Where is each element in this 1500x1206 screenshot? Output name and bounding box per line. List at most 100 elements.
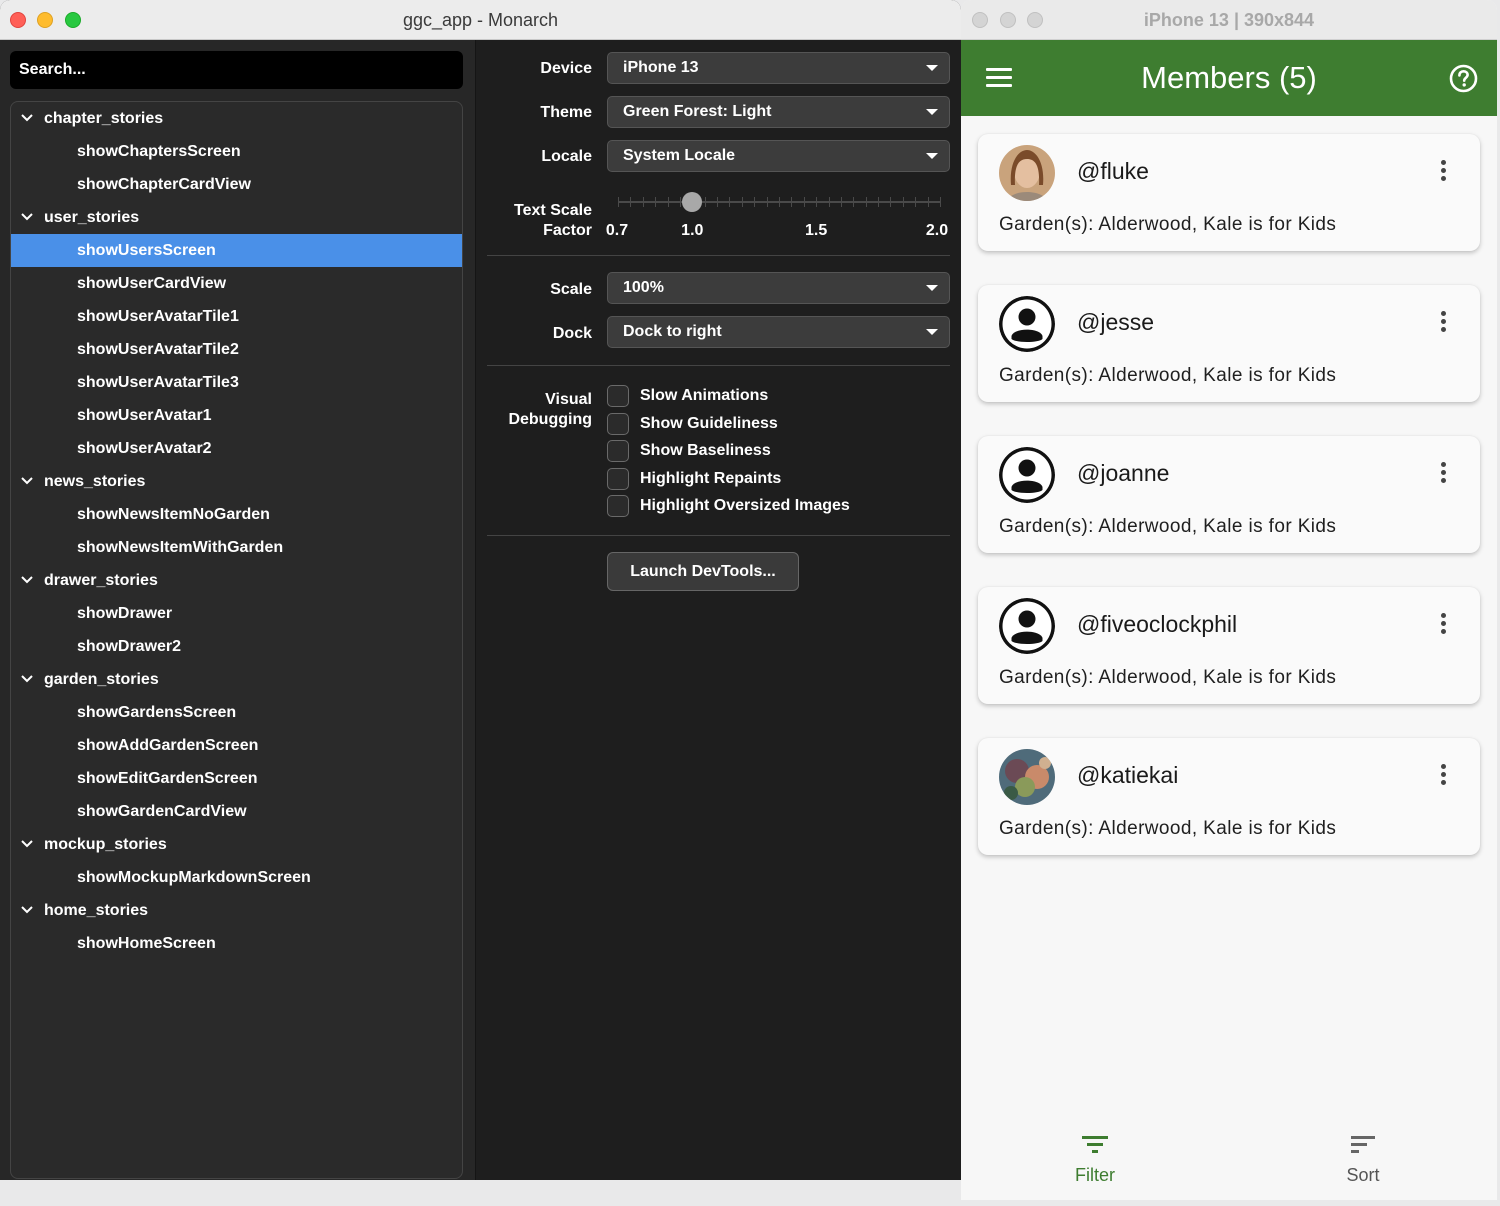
checkbox-label: Highlight Repaints [640,469,782,487]
dock-label: Dock [552,325,592,342]
bottom-nav: Filter Sort [961,1120,1497,1200]
checkbox-label: Highlight Oversized Images [640,497,850,514]
tree-group-garden-stories[interactable]: garden_stories [11,663,462,696]
member-card[interactable]: @joanne Garden(s): Alderwood, Kale is for… [978,436,1480,553]
tree-item-showUserCardView[interactable]: showUserCardView [11,267,462,300]
slider-tick [865,197,867,207]
slider-tick [729,197,731,207]
member-gardens: Garden(s): Alderwood, Kale is for Kids [999,365,1337,386]
chevron-down-icon [926,285,938,291]
tree-group-news-stories[interactable]: news_stories [11,465,462,498]
tree-item-showGardenCardView[interactable]: showGardenCardView [11,795,462,828]
text-scale-slider-thumb[interactable] [682,192,703,212]
app-bar: Members (5) [961,40,1497,116]
launch-devtools-button[interactable]: Launch DevTools... [607,552,799,591]
page-title: Members (5) [1141,60,1317,95]
tree-group-user-stories[interactable]: user_stories [11,201,462,234]
slider-tick [630,197,632,207]
tree-item-showUserAvatar1[interactable]: showUserAvatar1 [11,399,462,432]
tree-item-showNewsItemWithGarden[interactable]: showNewsItemWithGarden [11,531,462,564]
locale-dropdown[interactable]: System Locale [607,140,950,172]
tree-item-showHomeScreen[interactable]: showHomeScreen [11,927,462,960]
checkbox[interactable] [607,385,629,407]
nav-sort-label: Sort [1346,1165,1380,1185]
monarch-titlebar: ggc_app - Monarch [0,0,961,40]
slider-tick [816,197,818,207]
tree-item-showUserAvatarTile1[interactable]: showUserAvatarTile1 [11,300,462,333]
theme-label: Theme [540,104,592,121]
chevron-down-icon [21,201,35,234]
avatar [999,749,1055,805]
tree-group-label: drawer_stories [44,572,158,589]
checkbox[interactable] [607,495,629,517]
chevron-down-icon [926,109,938,115]
chevron-down-icon [21,894,35,927]
member-handle: @jesse [1077,309,1155,335]
more-vert-icon[interactable] [1441,613,1447,635]
nav-sort[interactable]: Sort [1323,1134,1403,1186]
checkbox-label: Show Guideliness [640,414,778,432]
more-vert-icon[interactable] [1441,160,1447,182]
chevron-down-icon [926,65,938,71]
more-vert-icon[interactable] [1441,462,1447,484]
tree-item-showGardensScreen[interactable]: showGardensScreen [11,696,462,729]
member-card[interactable]: @jesse Garden(s): Alderwood, Kale is for … [978,285,1480,402]
member-card[interactable]: @fiveoclockphil Garden(s): Alderwood, Kal… [978,587,1480,704]
scale-dropdown[interactable]: 100% [607,272,950,304]
tree-group-mockup-stories[interactable]: mockup_stories [11,828,462,861]
tree-item-showEditGardenScreen[interactable]: showEditGardenScreen [11,762,462,795]
member-gardens: Garden(s): Alderwood, Kale is for Kids [999,818,1337,839]
locale-label: Locale [541,148,592,165]
tree-group-chapter-stories[interactable]: chapter_stories [11,102,462,135]
member-gardens: Garden(s): Alderwood, Kale is for Kids [999,667,1337,688]
theme-dropdown[interactable]: Green Forest: Light [607,96,950,128]
slider-tick [779,197,780,207]
checkbox[interactable] [607,440,629,462]
tree-item-showAddGardenScreen[interactable]: showAddGardenScreen [11,729,462,762]
tree-item-showUserAvatarTile2[interactable]: showUserAvatarTile2 [11,333,462,366]
chevron-down-icon [21,564,35,597]
more-vert-icon[interactable] [1441,311,1447,333]
tree-group-drawer-stories[interactable]: drawer_stories [11,564,462,597]
tree-item-showUserAvatarTile3[interactable]: showUserAvatarTile3 [11,366,462,399]
member-handle: @joanne [1077,460,1170,486]
member-card[interactable]: @katiekai Garden(s): Alderwood, Kale is f… [978,738,1480,855]
device-value: iPhone 13 [623,59,699,76]
member-handle: @katiekai [1077,762,1179,788]
tree-group-label: chapter_stories [44,110,164,127]
story-tree: chapter_stories showChaptersScreen showCha… [10,101,463,1179]
slider-tick-label: 2.0 [925,222,949,239]
more-vert-icon[interactable] [1441,764,1447,786]
tree-item-showChaptersScreen[interactable]: showChaptersScreen [11,135,462,168]
slider-tick [890,197,892,207]
locale-value: System Locale [623,147,736,164]
search-input[interactable]: Search... [10,51,463,89]
slider-tick [717,197,719,207]
phone-titlebar: iPhone 13 | 390x844 [961,0,1497,40]
dock-value: Dock to right [623,323,722,340]
checkbox[interactable] [607,467,629,490]
tree-item-showMockupMarkdownScreen[interactable]: showMockupMarkdownScreen [11,861,462,894]
nav-filter-label: Filter [1075,1165,1115,1185]
nav-filter[interactable]: Filter [1055,1134,1135,1186]
divider [487,255,950,256]
checkbox[interactable] [607,412,629,435]
dock-dropdown[interactable]: Dock to right [607,316,950,348]
tree-item-showDrawer[interactable]: showDrawer [11,597,462,630]
person-icon [999,447,1055,503]
tree-item-showChapterCardView[interactable]: showChapterCardView [11,168,462,201]
member-handle: @fiveoclockphil [1077,611,1238,637]
tree-item-showUsersScreen[interactable]: showUsersScreen [11,234,462,267]
scale-value: 100% [623,279,664,296]
tree-group-label: user_stories [44,209,140,226]
tree-group-home-stories[interactable]: home_stories [11,894,462,927]
tree-item-showUserAvatar2[interactable]: showUserAvatar2 [11,432,462,465]
tree-group-label: home_stories [44,902,149,919]
tree-item-showNewsItemNoGarden[interactable]: showNewsItemNoGarden [11,498,462,531]
tree-item-showDrawer2[interactable]: showDrawer2 [11,630,462,663]
slider-tick [642,197,644,207]
device-dropdown[interactable]: iPhone 13 [607,52,950,84]
member-card[interactable]: @fluke Garden(s): Alderwood, Kale is for … [978,134,1480,251]
checkbox-label: Slow Animations [640,387,769,404]
help-icon[interactable] [1449,64,1478,93]
